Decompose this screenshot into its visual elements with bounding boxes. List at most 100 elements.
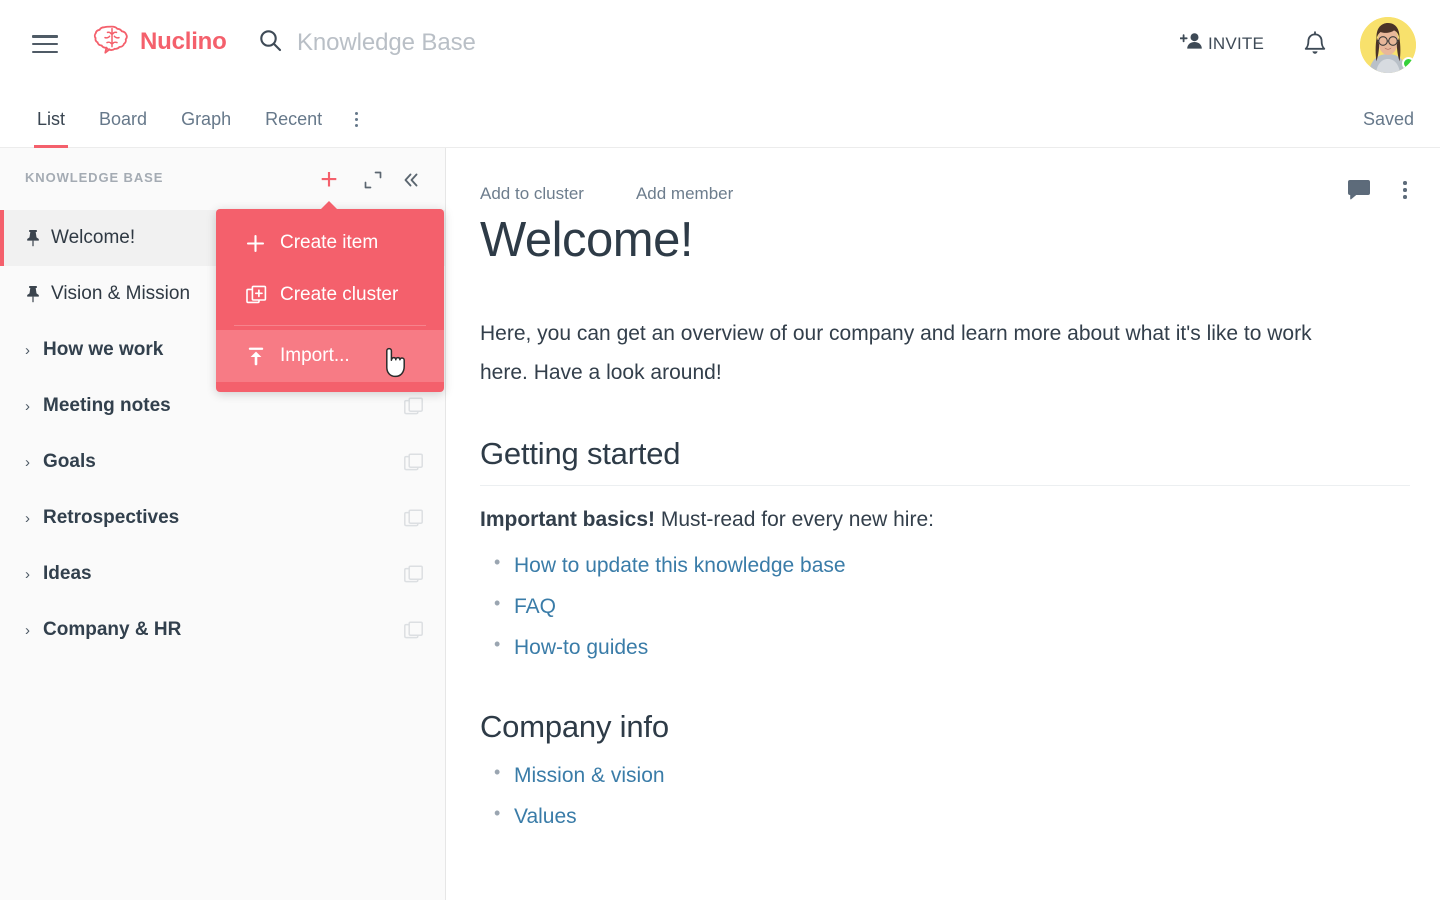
view-tab-bar: List Board Graph Recent Saved [0,91,1440,148]
kebab-dot [1403,181,1407,185]
hamburger-icon[interactable] [32,33,58,55]
hamburger-bar [32,42,58,46]
brain-speech-bubble-icon [93,24,131,59]
sidebar-item-label: Vision & Mission [51,283,191,304]
doc-link-values[interactable]: Values [514,805,577,828]
document-toolbar: Add to cluster Add member [480,184,733,204]
tab-list[interactable]: List [20,91,82,148]
cluster-icon [404,453,423,477]
kebab-dot [355,112,359,115]
comment-bubble-icon[interactable] [1343,174,1375,206]
chevron-right-icon[interactable]: › [25,567,41,582]
section-subtitle: Important basics! Must-read for every ne… [480,508,1410,532]
list-item: Mission & vision [480,755,1410,797]
app-logo[interactable]: Nuclino [93,24,227,59]
getting-started-links: How to update this knowledge base FAQ Ho… [480,545,1410,669]
menu-item-import[interactable]: Import... [216,330,444,382]
company-info-links: Mission & vision Values [480,755,1410,838]
view-tabs: List Board Graph Recent [20,91,374,148]
dropdown-arrow [320,201,338,210]
chevron-right-icon[interactable]: › [25,623,41,638]
add-to-cluster-button[interactable]: Add to cluster [480,184,584,204]
collapse-left-icon[interactable] [395,164,427,196]
tab-list-label: List [37,109,66,129]
document-actions [1343,174,1421,206]
tab-board[interactable]: Board [82,91,164,148]
create-cluster-icon [246,285,280,306]
menu-item-create-item[interactable]: Create item [216,217,444,269]
logo-text: Nuclino [140,27,227,55]
tab-recent-label: Recent [265,109,323,129]
list-item: Values [480,796,1410,838]
top-bar: Nuclino Knowledge Base INVITE [0,0,1440,91]
chevron-right-icon[interactable]: › [25,343,41,358]
menu-item-label: Create item [280,232,379,253]
doc-link-mission-vision[interactable]: Mission & vision [514,764,665,787]
kebab-dot [355,124,359,127]
expand-icon[interactable] [357,164,389,196]
save-status: Saved [1362,109,1414,129]
chevron-right-icon[interactable]: › [25,399,41,414]
section-subtitle-rest: Must-read for every new hire: [655,507,934,531]
chevron-right-icon[interactable]: › [25,455,41,470]
tab-board-label: Board [99,109,148,129]
upload-icon [246,346,280,366]
doc-link-update-kb[interactable]: How to update this knowledge base [514,554,846,577]
kebab-dot [1403,188,1407,192]
sidebar-cluster-ideas[interactable]: › Ideas [0,546,445,602]
section-heading-getting-started: Getting started [480,436,1410,486]
kebab-dot [1403,195,1407,199]
invite-label: INVITE [1208,33,1264,53]
hamburger-bar [32,35,58,38]
kebab-menu-icon[interactable] [339,91,374,148]
sidebar-title: KNOWLEDGE BASE [25,170,164,185]
cluster-icon [404,509,423,533]
plus-icon [246,234,280,253]
page-title: Welcome! [480,213,693,267]
kebab-menu-icon[interactable] [1389,174,1421,206]
doc-link-how-to-guides[interactable]: How-to guides [514,636,648,659]
document-pane: Add to cluster Add member Welcome! Here,… [447,148,1440,900]
create-dropdown-menu: Create item Create cluster Import... [216,201,444,392]
list-item: How-to guides [480,627,1410,669]
doc-link-faq[interactable]: FAQ [514,595,556,618]
menu-item-create-cluster[interactable]: Create cluster [216,269,444,321]
document-body: Welcome! Here, you can get an overview o… [480,213,1410,864]
tab-recent[interactable]: Recent [248,91,339,148]
sidebar-item-label: Welcome! [51,227,136,248]
menu-divider [234,325,426,326]
chevron-right-icon[interactable]: › [25,511,41,526]
avatar[interactable] [1360,17,1416,73]
sidebar-cluster-company-hr[interactable]: › Company & HR [0,602,445,658]
plus-icon[interactable]: + [313,164,345,196]
tab-graph[interactable]: Graph [164,91,248,148]
pin-icon [25,284,51,304]
bell-icon[interactable] [1302,31,1328,64]
sidebar-item-label: Goals [43,451,96,472]
search-value: Knowledge Base [297,29,476,56]
add-member-button[interactable]: Add member [636,184,733,204]
cluster-icon [404,565,423,589]
sidebar-item-label: Company & HR [43,619,182,640]
hamburger-bar [32,50,58,53]
sidebar-item-label: Meeting notes [43,395,171,416]
menu-item-label: Create cluster [280,284,399,305]
sidebar-item-label: Retrospectives [43,507,180,528]
sidebar-item-label: Ideas [43,563,92,584]
search-icon [258,28,283,58]
sidebar-cluster-goals[interactable]: › Goals [0,434,445,490]
section-subtitle-bold: Important basics! [480,507,656,531]
tab-graph-label: Graph [181,109,232,129]
section-heading-company-info: Company info [480,708,669,744]
person-add-icon [1179,31,1203,56]
sidebar-header: KNOWLEDGE BASE + [0,148,445,210]
pin-icon [25,228,51,248]
intro-paragraph: Here, you can get an overview of our com… [480,321,1312,384]
plus-glyph: + [320,163,338,196]
invite-button[interactable]: INVITE [1179,31,1264,56]
kebab-dot [355,118,359,121]
cluster-icon [404,397,423,421]
list-item: FAQ [480,586,1410,628]
search-input[interactable]: Knowledge Base [258,28,476,58]
sidebar-cluster-retrospectives[interactable]: › Retrospectives [0,490,445,546]
